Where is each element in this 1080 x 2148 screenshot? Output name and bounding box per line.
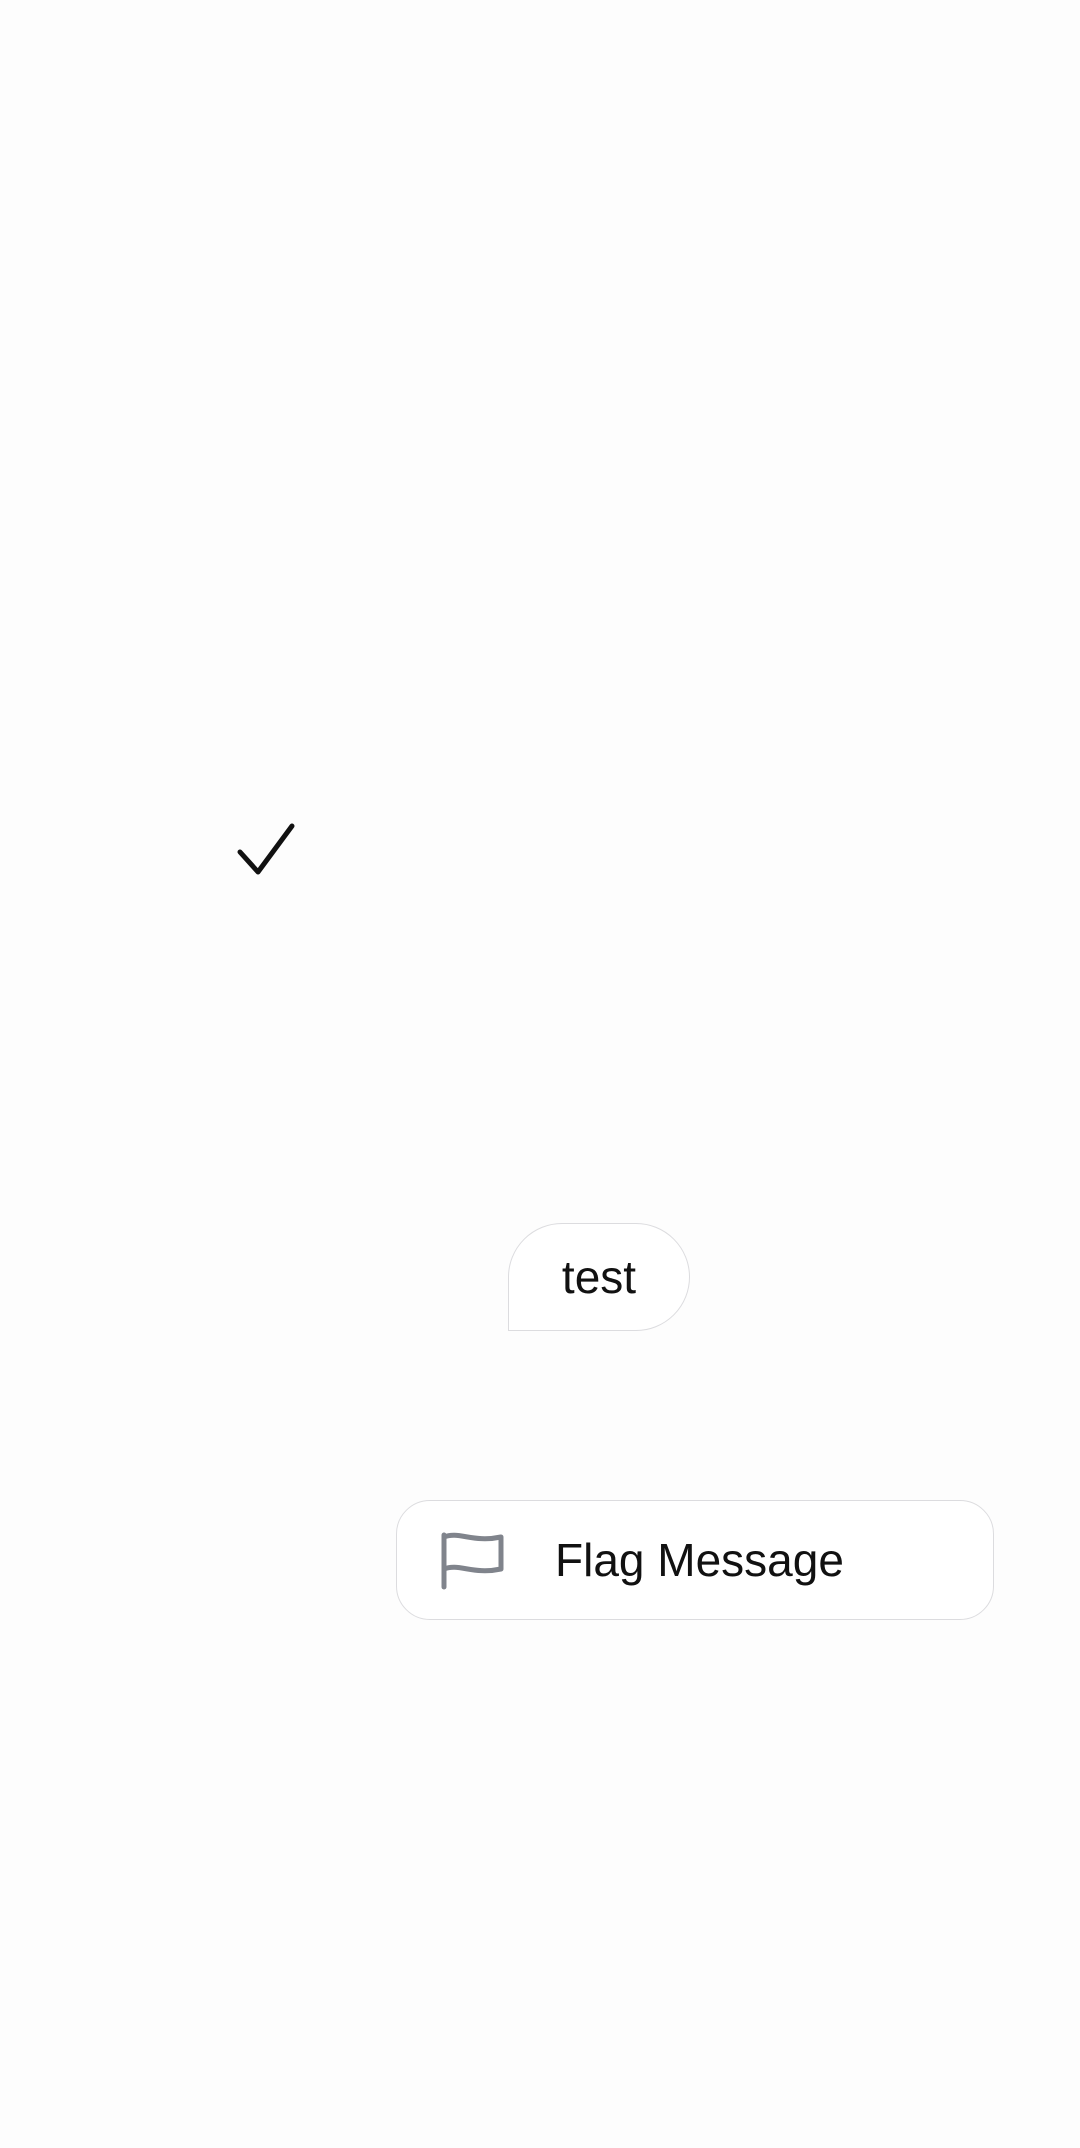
flag-message-label: Flag Message (555, 1534, 844, 1586)
message-bubble[interactable]: test (508, 1223, 690, 1331)
flag-icon (441, 1532, 504, 1590)
flag-message-button[interactable]: Flag Message (396, 1500, 994, 1620)
checkmark-icon (237, 823, 295, 875)
message-text: test (561, 1251, 637, 1303)
